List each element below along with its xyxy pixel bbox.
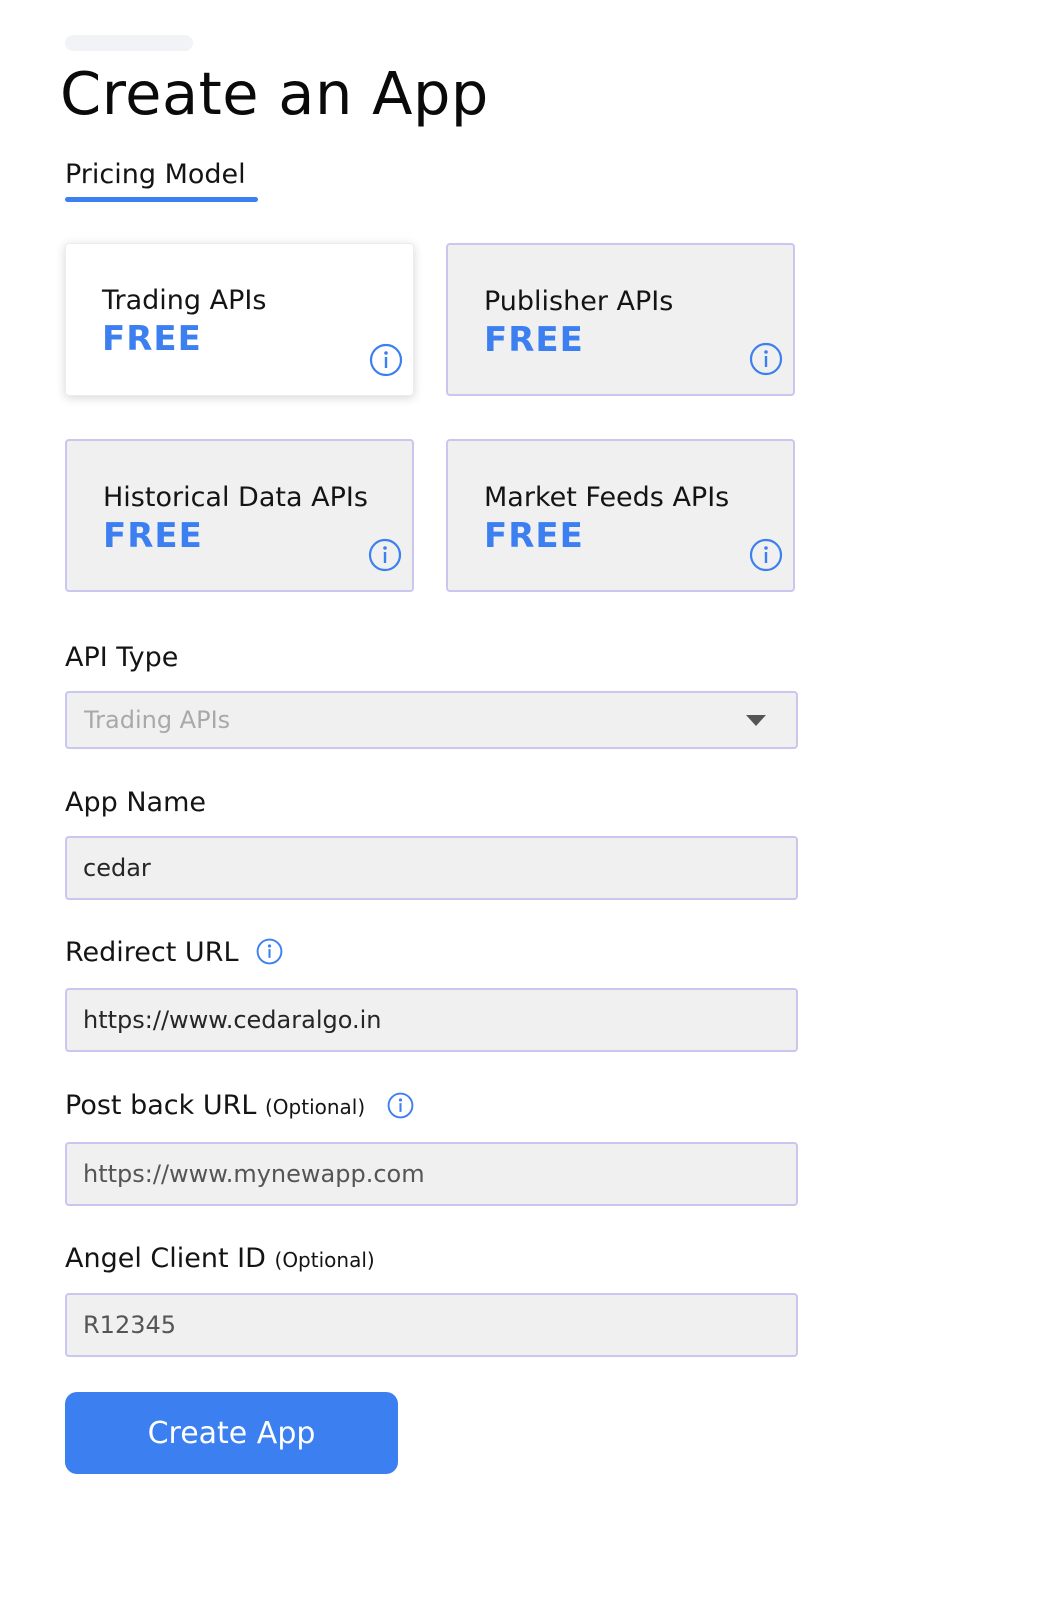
- info-icon[interactable]: [368, 538, 402, 572]
- redirect-url-input[interactable]: [65, 988, 798, 1052]
- api-type-label: API Type: [65, 642, 179, 673]
- api-type-select[interactable]: Trading APIs: [65, 691, 798, 749]
- optional-tag: (Optional): [264, 1095, 366, 1119]
- postback-url-input[interactable]: [65, 1142, 798, 1206]
- info-icon[interactable]: [369, 343, 403, 377]
- page-title: Create an App: [60, 59, 489, 128]
- postback-url-label-text: Post back URL: [65, 1090, 257, 1121]
- pricing-card-historical-data-apis[interactable]: Historical Data APIs FREE: [65, 439, 414, 592]
- card-title: Market Feeds APIs: [484, 482, 730, 513]
- card-price: FREE: [102, 319, 202, 359]
- pricing-card-publisher-apis[interactable]: Publisher APIs FREE: [446, 243, 795, 396]
- pricing-card-market-feeds-apis[interactable]: Market Feeds APIs FREE: [446, 439, 795, 592]
- redirect-url-label-text: Redirect URL: [65, 937, 239, 968]
- info-icon[interactable]: [387, 1092, 414, 1119]
- card-title: Historical Data APIs: [103, 482, 368, 513]
- info-icon[interactable]: [256, 938, 283, 965]
- client-id-label-text: Angel Client ID: [65, 1243, 266, 1274]
- client-id-label: Angel Client ID (Optional): [65, 1242, 375, 1277]
- chevron-down-icon: [746, 715, 766, 726]
- create-app-button[interactable]: Create App: [65, 1392, 398, 1474]
- info-icon[interactable]: [749, 538, 783, 572]
- optional-tag: (Optional): [274, 1248, 375, 1272]
- info-icon[interactable]: [749, 342, 783, 376]
- card-price: FREE: [484, 516, 584, 556]
- app-name-label: App Name: [65, 787, 206, 818]
- top-placeholder-bar: [65, 35, 193, 51]
- api-type-selected-value: Trading APIs: [84, 706, 231, 734]
- tab-active-indicator: [65, 197, 258, 202]
- card-price: FREE: [103, 516, 203, 556]
- card-price: FREE: [484, 320, 584, 360]
- pricing-card-trading-apis[interactable]: Trading APIs FREE: [65, 243, 414, 396]
- client-id-input[interactable]: [65, 1293, 798, 1357]
- card-title: Trading APIs: [102, 285, 267, 316]
- postback-url-label: Post back URL (Optional): [65, 1089, 365, 1124]
- app-name-input[interactable]: [65, 836, 798, 900]
- redirect-url-label: Redirect URL: [65, 936, 239, 970]
- tab-pricing-model[interactable]: Pricing Model: [65, 158, 246, 192]
- card-title: Publisher APIs: [484, 286, 674, 317]
